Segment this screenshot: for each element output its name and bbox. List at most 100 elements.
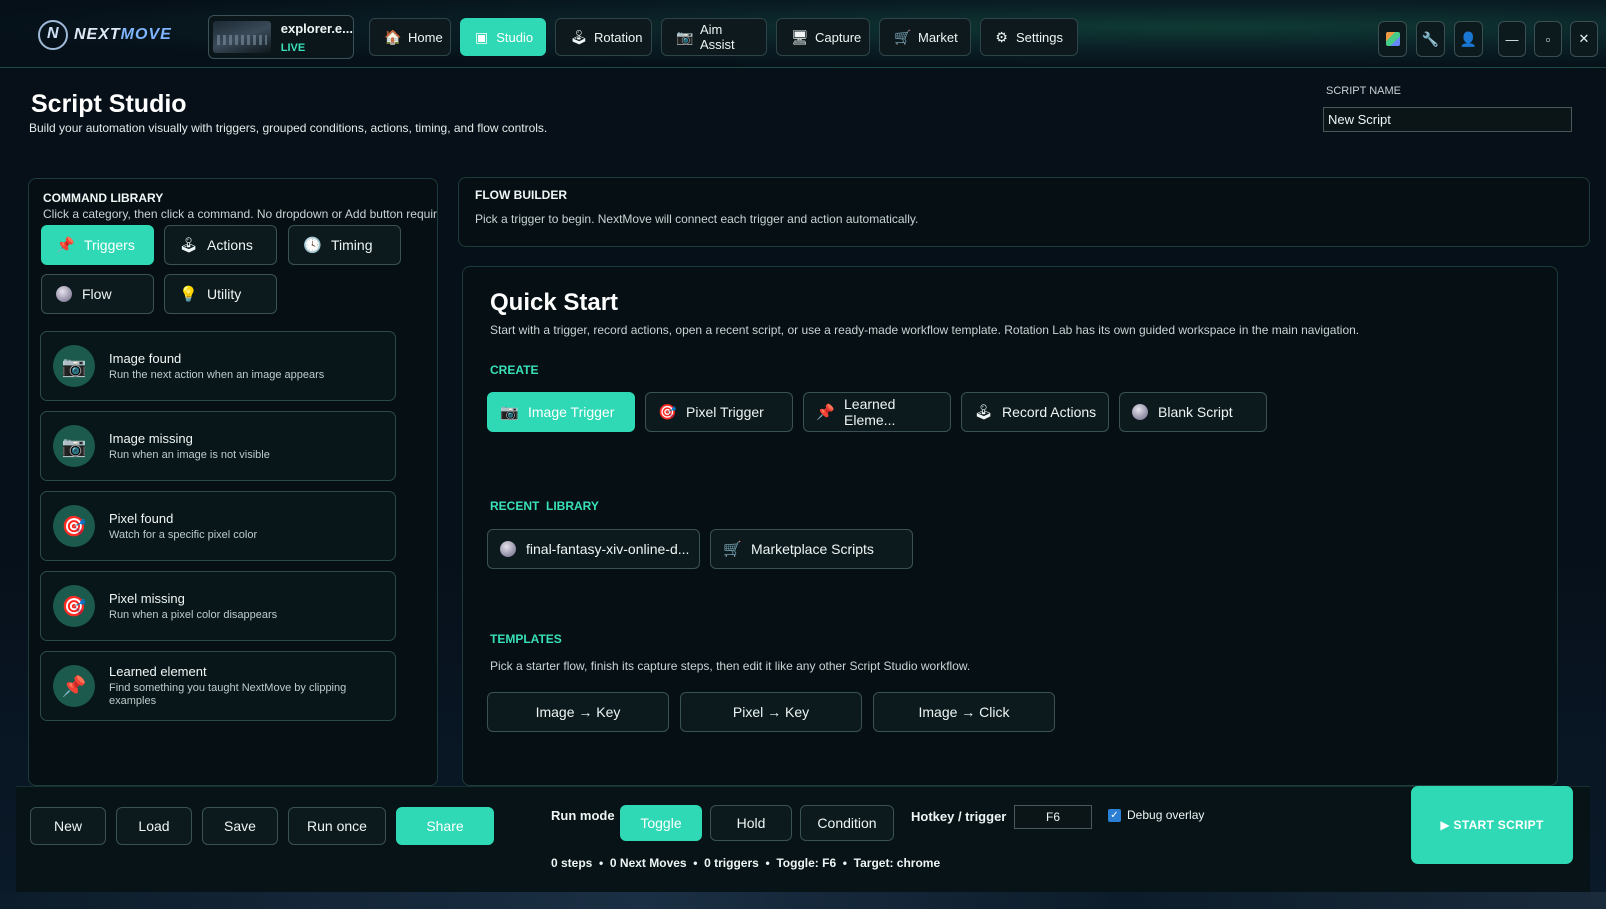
command-description: Run the next action when an image appear… — [109, 368, 325, 381]
logo-text-move: MOVE — [120, 26, 172, 43]
pin-icon: 📌 — [56, 237, 75, 254]
command-title: Pixel found — [109, 510, 174, 526]
cart-icon: 🛒 — [723, 541, 742, 558]
command-description: Run when an image is not visible — [109, 448, 270, 461]
category-triggers[interactable]: 📌 Triggers — [41, 225, 154, 265]
start-script-button[interactable]: ▶ START SCRIPT — [1411, 786, 1573, 864]
nav-aim-assist[interactable]: 📷 Aim Assist — [661, 18, 767, 56]
share-button[interactable]: Share — [396, 807, 494, 845]
create-section-label: CREATE — [490, 363, 539, 377]
lightbulb-icon: 💡 — [179, 286, 198, 303]
joystick-icon: 🕹 — [179, 237, 199, 254]
template-image-click-button[interactable]: Image → Click — [873, 692, 1055, 732]
command-description: Watch for a specific pixel color — [109, 528, 258, 541]
gear-icon: ⚙ — [995, 28, 1008, 45]
category-timing[interactable]: 🕓 Timing — [288, 225, 401, 265]
run-mode-hold[interactable]: Hold — [710, 805, 792, 841]
debug-overlay-label: Debug overlay — [1127, 808, 1205, 822]
templates-hint: Pick a starter flow, finish its capture … — [490, 659, 971, 673]
category-flow[interactable]: Flow — [41, 274, 154, 314]
command-description: Find something you taught NextMove by cl… — [109, 682, 347, 707]
load-button[interactable]: Load — [116, 807, 192, 845]
nextmove-logo: NEXTMOVE — [38, 20, 172, 50]
tool-buttons: 🔧 👤 — [1378, 21, 1483, 57]
target-icon: 🎯 — [53, 585, 95, 627]
pin-icon: 📌 — [53, 665, 95, 707]
studio-icon: ▣ — [475, 28, 489, 45]
minimize-icon: — — [1505, 31, 1519, 47]
minimize-button[interactable]: — — [1498, 21, 1526, 57]
template-image-key-button[interactable]: Image → Key — [487, 692, 669, 732]
command-image-found[interactable]: 📷 Image found Run the next action when a… — [40, 331, 396, 401]
page-subtitle: Build your automation visually with trig… — [29, 121, 548, 135]
command-title: Pixel missing — [109, 590, 185, 606]
account-name: explorer.e... — [280, 20, 353, 36]
create-image-trigger-button[interactable]: 📷 Image Trigger — [487, 392, 635, 432]
account-status-badge: LIVE — [280, 41, 306, 54]
nav-home[interactable]: 🏠 Home — [369, 18, 451, 56]
check-icon: ✓ — [1110, 810, 1119, 821]
maximize-icon: ▫ — [1545, 31, 1551, 47]
create-learned-element-button[interactable]: 📌 Learned Eleme... — [803, 392, 951, 432]
nav-settings[interactable]: ⚙ Settings — [980, 18, 1078, 56]
flow-builder-panel: FLOW BUILDER Pick a trigger to begin. Ne… — [458, 177, 1590, 247]
category-utility[interactable]: 💡 Utility — [164, 274, 277, 314]
script-name-input[interactable] — [1323, 107, 1572, 132]
tools-button[interactable]: 🔧 — [1416, 21, 1445, 57]
command-image-missing[interactable]: 📷 Image missing Run when an image is not… — [40, 411, 396, 481]
marketplace-scripts-button[interactable]: 🛒 Marketplace Scripts — [710, 529, 913, 569]
orb-icon — [1132, 404, 1148, 420]
home-icon: 🏠 — [384, 28, 402, 45]
pin-icon: 📌 — [816, 404, 835, 421]
create-pixel-trigger-button[interactable]: 🎯 Pixel Trigger — [645, 392, 793, 432]
command-learned-element[interactable]: 📌 Learned element Find something you tau… — [40, 651, 396, 721]
main-nav: 🏠 Home ▣ Studio 🕹 Rotation 📷 Aim Assist 🖥 Cap… — [369, 18, 1078, 56]
background-strip — [0, 892, 1606, 909]
hotkey-label: Hotkey / trigger — [911, 809, 1007, 824]
command-title: Image missing — [109, 430, 193, 446]
command-title: Learned element — [109, 664, 207, 679]
color-palette-button[interactable] — [1378, 21, 1407, 57]
create-record-actions-button[interactable]: 🕹 Record Actions — [961, 392, 1109, 432]
script-stats: 0 steps • 0 Next Moves • 0 triggers • To… — [551, 856, 941, 870]
library-title: COMMAND LIBRARY — [43, 191, 164, 205]
template-pixel-key-button[interactable]: Pixel → Key — [680, 692, 862, 732]
templates-section-label: TEMPLATES — [490, 632, 562, 646]
nav-market[interactable]: 🛒 Market — [879, 18, 971, 56]
nav-rotation[interactable]: 🕹 Rotation — [555, 18, 652, 56]
run-mode-toggle[interactable]: Toggle — [620, 805, 702, 841]
camera-icon: 📷 — [53, 345, 95, 387]
command-pixel-missing[interactable]: 🎯 Pixel missing Run when a pixel color d… — [40, 571, 396, 641]
quick-start-subtitle: Start with a trigger, record actions, op… — [490, 323, 1360, 337]
window-controls: — ▫ ✕ — [1498, 21, 1598, 57]
debug-overlay-checkbox[interactable]: ✓ — [1108, 809, 1121, 822]
hotkey-input[interactable] — [1014, 805, 1092, 829]
command-pixel-found[interactable]: 🎯 Pixel found Watch for a specific pixel… — [40, 491, 396, 561]
orb-icon — [500, 541, 516, 557]
recent-script-button[interactable]: final-fantasy-xiv-online-d... — [487, 529, 700, 569]
flow-builder-title: FLOW BUILDER — [475, 188, 567, 202]
camera-icon: 📷 — [53, 425, 95, 467]
nav-capture[interactable]: 🖥 Capture — [776, 18, 870, 56]
new-button[interactable]: New — [30, 807, 106, 845]
logo-icon — [38, 20, 68, 50]
logo-text-next: NEXT — [74, 26, 121, 43]
run-once-button[interactable]: Run once — [288, 807, 386, 845]
clock-icon: 🕓 — [303, 237, 322, 254]
script-name-label: SCRIPT NAME — [1326, 85, 1401, 97]
wrench-icon: 🔧 — [1421, 30, 1440, 47]
nav-studio[interactable]: ▣ Studio — [460, 18, 546, 56]
create-blank-script-button[interactable]: Blank Script — [1119, 392, 1267, 432]
run-mode-condition[interactable]: Condition — [800, 805, 894, 841]
profile-button[interactable]: 👤 — [1454, 21, 1483, 57]
category-actions[interactable]: 🕹 Actions — [164, 225, 277, 265]
account-switcher[interactable]: explorer.e... LIVE — [208, 15, 354, 59]
close-button[interactable]: ✕ — [1570, 21, 1598, 57]
cart-icon: 🛒 — [894, 28, 912, 45]
save-button[interactable]: Save — [202, 807, 278, 845]
camera-icon: 📷 — [500, 404, 519, 421]
maximize-button[interactable]: ▫ — [1534, 21, 1562, 57]
camera-icon: 📷 — [676, 28, 694, 45]
flow-orb-icon — [56, 286, 72, 302]
palette-icon — [1385, 32, 1400, 46]
